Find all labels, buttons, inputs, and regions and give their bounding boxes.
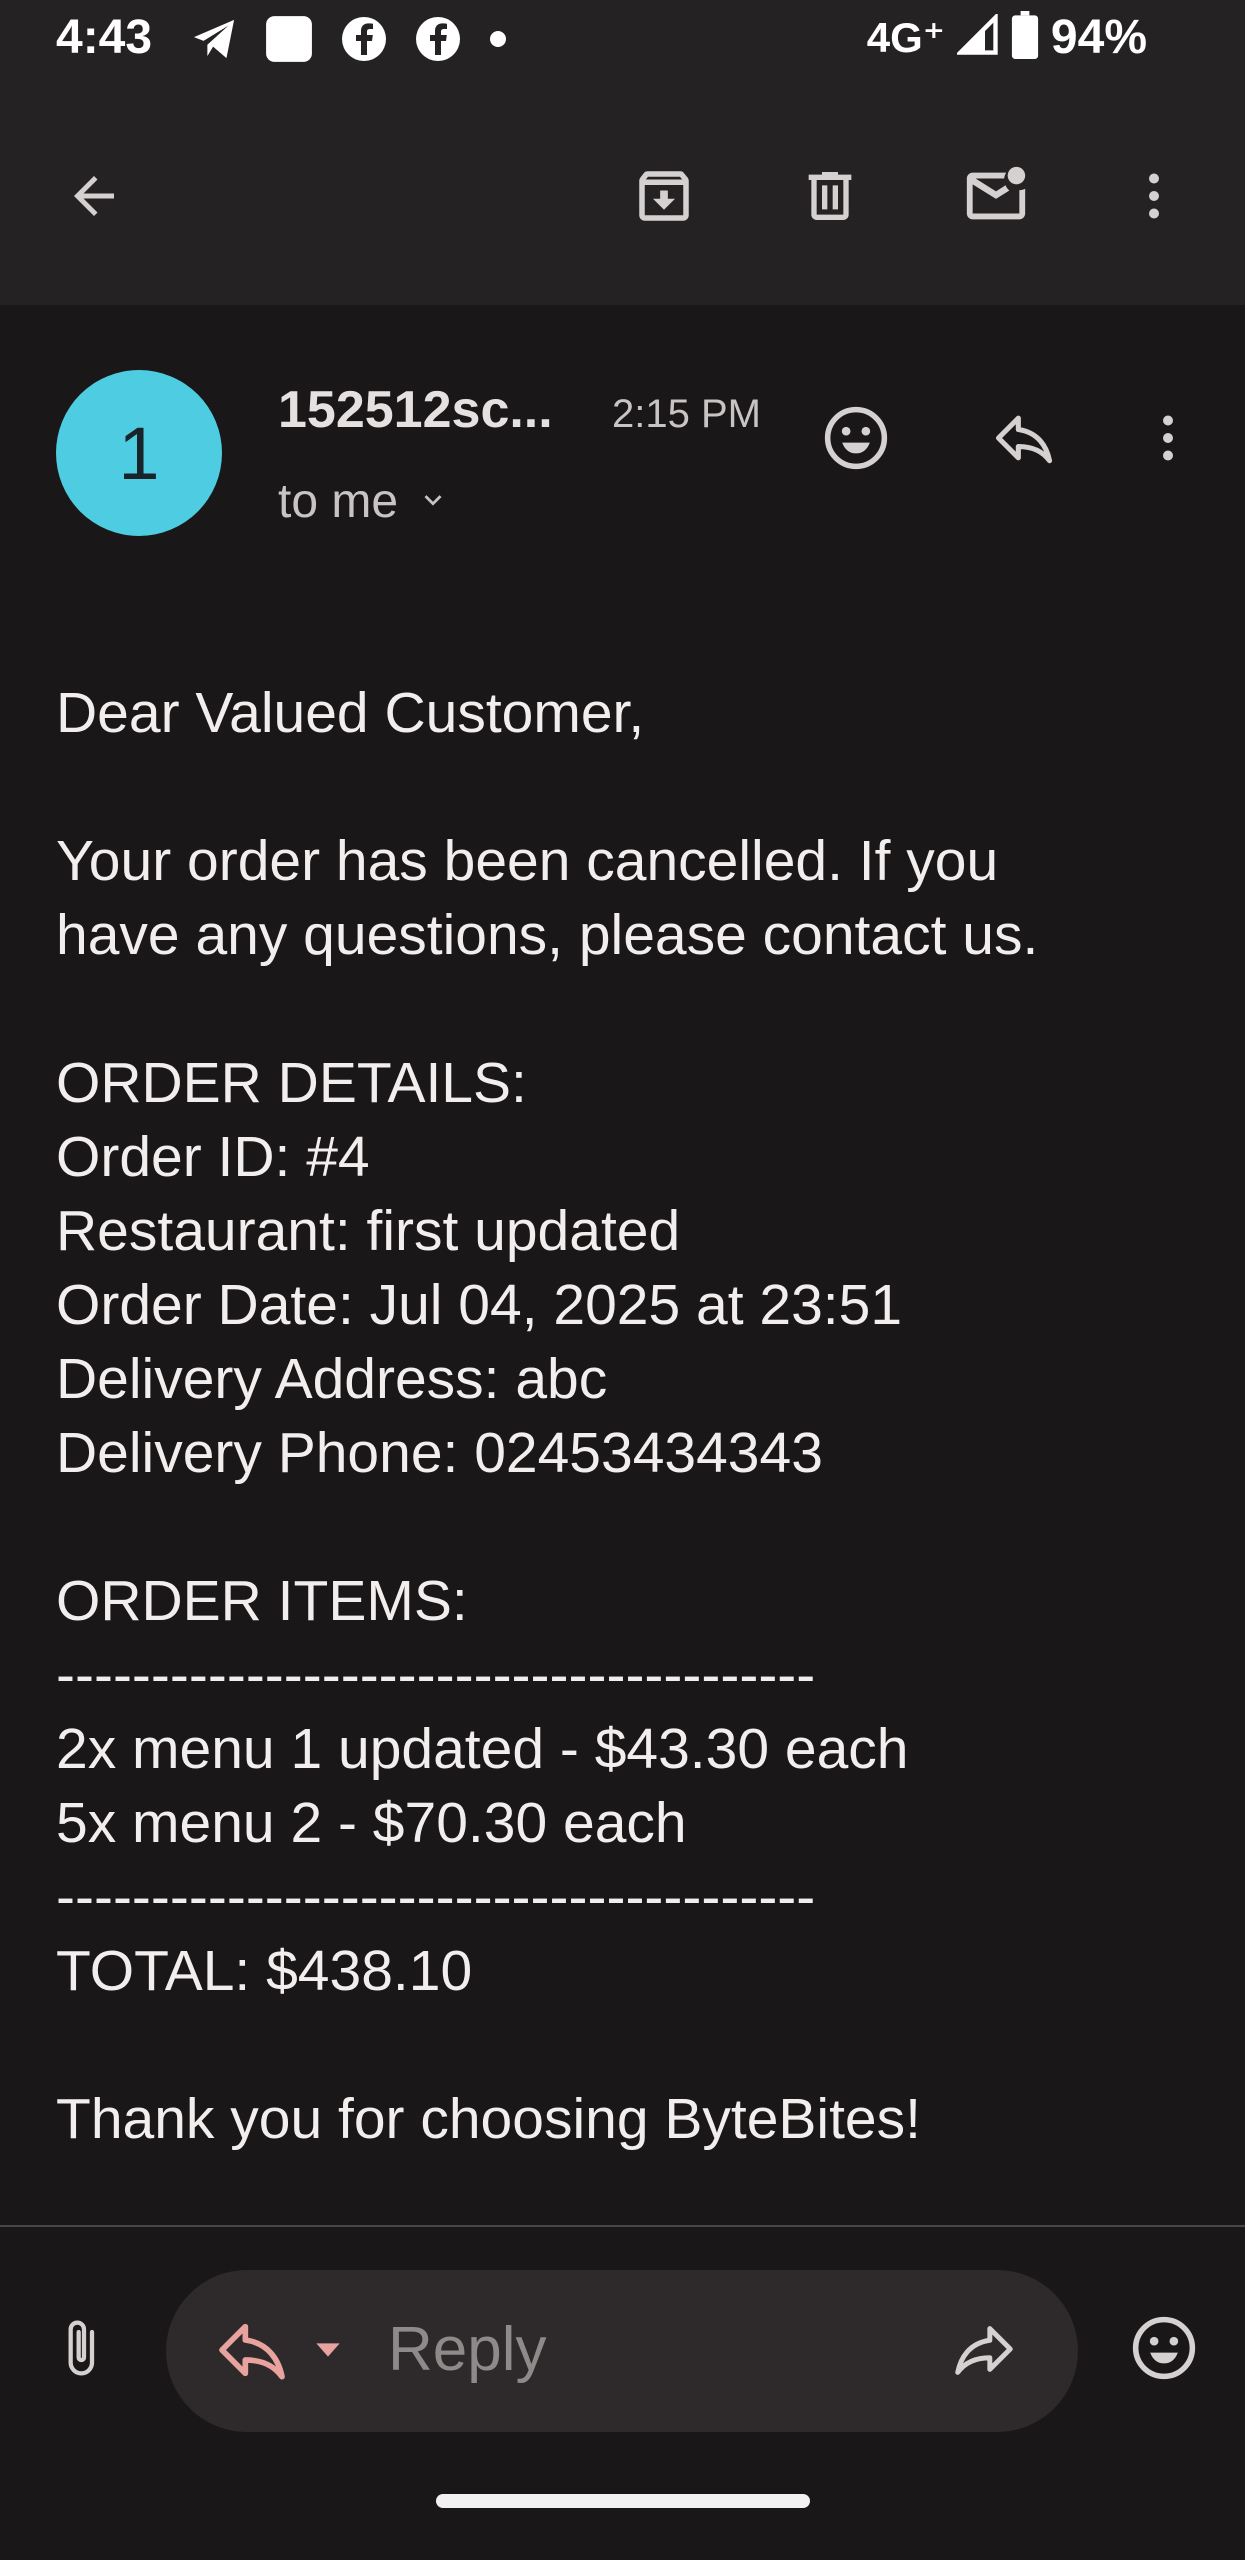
- sender-avatar[interactable]: 1: [56, 370, 222, 536]
- greeting: Dear Valued Customer,: [56, 681, 645, 745]
- chevron-down-icon: [416, 474, 450, 529]
- more-notifications-dot-icon: [488, 29, 508, 49]
- attach-button[interactable]: [32, 2302, 128, 2398]
- add-reaction-button[interactable]: [808, 392, 904, 488]
- reply-type-selector[interactable]: [212, 2310, 348, 2395]
- archive-icon: [631, 163, 697, 229]
- order-item: 2x menu 1 updated - $43.30 each: [56, 1717, 909, 1781]
- more-vert-icon: [1124, 166, 1184, 226]
- reply-placeholder: Reply: [388, 2315, 547, 2384]
- sender-name[interactable]: 152512sc...: [278, 380, 553, 440]
- more-vert-icon: [1138, 408, 1198, 473]
- status-time: 4:43: [56, 11, 153, 64]
- home-indicator[interactable]: [436, 2494, 810, 2508]
- more-options-button[interactable]: [1106, 148, 1202, 244]
- facebook-icon: [414, 15, 462, 63]
- order-items-header: ORDER ITEMS:: [56, 1569, 468, 1633]
- back-arrow-icon: [64, 166, 124, 226]
- divider: [0, 2225, 1245, 2227]
- delivery-address: Delivery Address: abc: [56, 1347, 608, 1411]
- reply-icon: [990, 404, 1058, 477]
- email-time: 2:15 PM: [612, 392, 761, 436]
- recipient-details-toggle[interactable]: to me: [278, 474, 450, 529]
- separator: ----------------------------------------: [56, 1643, 816, 1707]
- restaurant: Restaurant: first updated: [56, 1199, 681, 1263]
- app-square-icon: [264, 14, 314, 64]
- delivery-phone: Delivery Phone: 02453434343: [56, 1421, 823, 1485]
- archive-button[interactable]: [616, 148, 712, 244]
- emoji-reaction-button[interactable]: [1116, 2302, 1212, 2398]
- facebook-icon: [340, 15, 388, 63]
- dropdown-arrow-icon: [308, 2330, 348, 2375]
- status-right: 4G⁺ 94%: [867, 10, 1147, 65]
- order-item: 5x menu 2 - $70.30 each: [56, 1791, 687, 1855]
- battery-percent: 94%: [1050, 11, 1147, 64]
- battery-icon: [1011, 11, 1039, 64]
- status-bar: 4:43 4G⁺ 94%: [0, 0, 1245, 82]
- notification-icons: [192, 14, 508, 64]
- attachment-icon: [48, 2316, 112, 2385]
- signal-icon: [955, 12, 999, 61]
- telegram-icon: [192, 18, 238, 60]
- mark-unread-icon: [961, 161, 1031, 231]
- order-total: TOTAL: $438.10: [56, 1939, 473, 2003]
- body-line: Your order has been cancelled. If you: [56, 829, 999, 893]
- emoji-icon: [819, 401, 893, 480]
- emoji-icon: [1127, 2311, 1201, 2390]
- back-button[interactable]: [46, 148, 142, 244]
- mark-unread-button[interactable]: [948, 148, 1044, 244]
- email-body: Dear Valued Customer, Your order has bee…: [56, 676, 1206, 2156]
- closing: Thank you for choosing ByteBites!: [56, 2087, 921, 2151]
- delete-button[interactable]: [782, 148, 878, 244]
- body-line: have any questions, please contact us.: [56, 903, 1039, 967]
- reply-button[interactable]: [976, 392, 1072, 488]
- order-details-header: ORDER DETAILS:: [56, 1051, 527, 1115]
- forward-button[interactable]: [936, 2303, 1032, 2399]
- message-more-options-button[interactable]: [1120, 392, 1216, 488]
- order-id: Order ID: #4: [56, 1125, 370, 1189]
- forward-icon: [949, 2314, 1019, 2389]
- delete-icon: [798, 164, 862, 228]
- reply-compose-bar[interactable]: Reply: [166, 2270, 1078, 2432]
- reply-icon: [212, 2310, 292, 2395]
- network-type: 4G⁺: [866, 14, 945, 61]
- separator: ----------------------------------------: [56, 1865, 816, 1929]
- avatar-letter: 1: [118, 411, 160, 495]
- recipient-label: to me: [278, 475, 399, 528]
- order-date: Order Date: Jul 04, 2025 at 23:51: [56, 1273, 903, 1337]
